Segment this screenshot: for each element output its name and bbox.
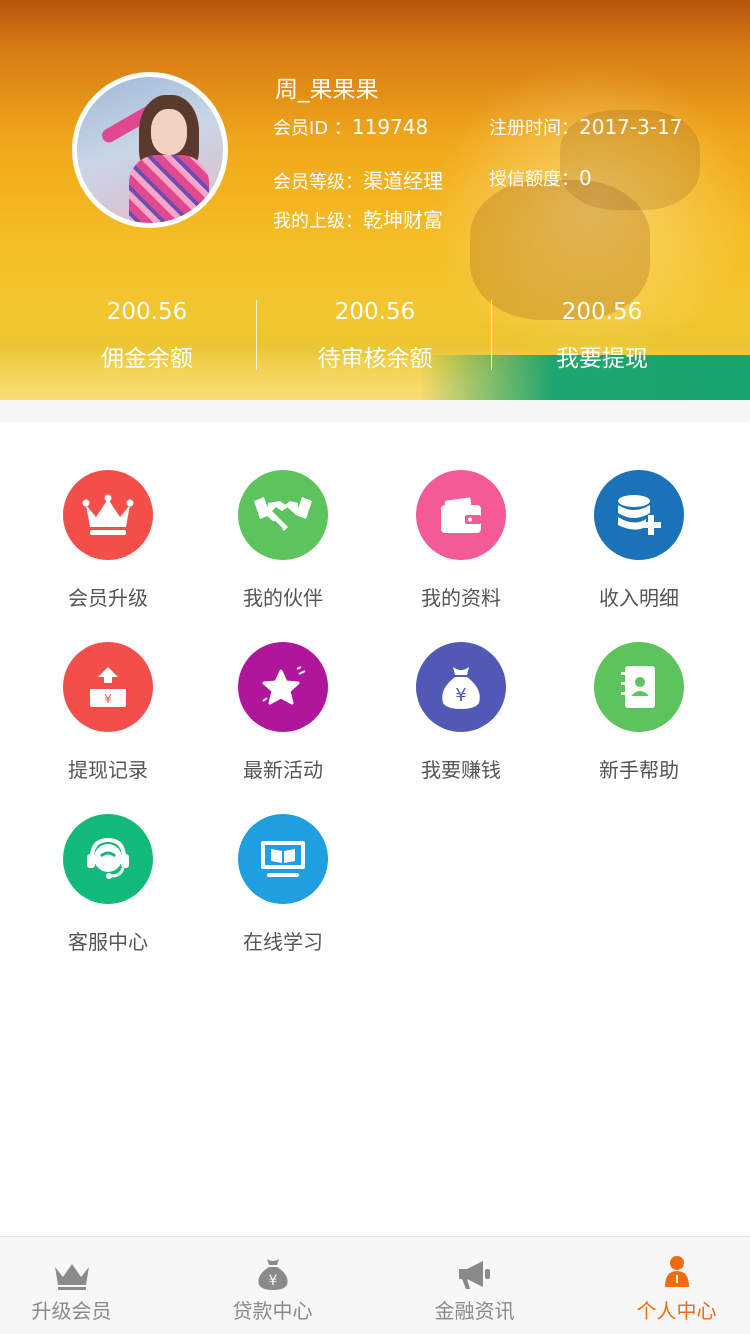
menu-item-online-learning[interactable]: 在线学习 bbox=[193, 814, 373, 955]
crown-icon bbox=[0, 1237, 165, 1295]
menu-item-activities[interactable]: 最新活动 bbox=[193, 642, 373, 783]
stat-label: 我要提现 bbox=[556, 346, 648, 372]
menu-item-label: 我的资料 bbox=[421, 586, 501, 610]
svg-text:¥: ¥ bbox=[104, 692, 112, 706]
menu-item-upgrade[interactable]: 会员升级 bbox=[18, 470, 198, 611]
handshake-icon bbox=[238, 470, 328, 560]
balance-stats: 200.56 佣金余额 200.56 待审核余额 200.56 我要提现 bbox=[0, 295, 750, 375]
svg-text:¥: ¥ bbox=[455, 685, 466, 706]
withdraw-icon: ¥ bbox=[63, 642, 153, 732]
tab-label: 个人中心 bbox=[636, 1299, 717, 1323]
tab-label: 升级会员 bbox=[31, 1299, 112, 1323]
profile-header: 周_果果果 会员ID ：119748 注册时间：2017-3-17 会员等级：渠… bbox=[0, 0, 750, 400]
member-level-value: 渠道经理 bbox=[363, 169, 443, 193]
menu-item-label: 最新活动 bbox=[243, 758, 323, 782]
credit-limit-value: 0 bbox=[579, 166, 592, 190]
avatar-body bbox=[129, 155, 209, 223]
member-id-value: 119748 bbox=[351, 115, 429, 139]
menu-item-label: 我的伙伴 bbox=[243, 586, 323, 610]
menu-item-label: 新手帮助 bbox=[599, 758, 679, 782]
superior: 我的上级：乾坤财富 bbox=[273, 204, 443, 233]
star-icon bbox=[238, 642, 328, 732]
money-bag-icon: ¥ bbox=[416, 642, 506, 732]
menu-item-customer-service[interactable]: 客服中心 bbox=[18, 814, 198, 955]
avatar-face bbox=[151, 109, 187, 155]
tab-personal-center[interactable]: 个人中心 bbox=[583, 1237, 750, 1334]
menu-item-withdraw-records[interactable]: ¥ 提现记录 bbox=[18, 642, 198, 783]
stat-value: 200.56 bbox=[561, 299, 643, 325]
menu-item-label: 会员升级 bbox=[68, 586, 148, 610]
contact-book-icon bbox=[594, 642, 684, 732]
coins-plus-icon bbox=[594, 470, 684, 560]
wallet-icon bbox=[416, 470, 506, 560]
tab-finance-news[interactable]: 金融资讯 bbox=[381, 1237, 568, 1334]
megaphone-icon bbox=[381, 1237, 568, 1295]
person-icon bbox=[583, 1237, 750, 1295]
menu-item-profile[interactable]: 我的资料 bbox=[371, 470, 551, 611]
stat-pending[interactable]: 200.56 待审核余额 bbox=[250, 295, 500, 373]
register-time-label: 注册时间： bbox=[489, 118, 579, 139]
headset-icon bbox=[63, 814, 153, 904]
stat-value: 200.56 bbox=[334, 299, 416, 325]
menu-item-label: 在线学习 bbox=[243, 930, 323, 954]
menu-item-label: 收入明细 bbox=[599, 586, 679, 610]
bottom-tab-bar: 升级会员 ¥ 贷款中心 金融资讯 个人中心 bbox=[0, 1236, 750, 1334]
stat-label: 待审核余额 bbox=[317, 346, 433, 372]
superior-label: 我的上级： bbox=[273, 211, 363, 232]
menu-item-income[interactable]: 收入明细 bbox=[549, 470, 729, 611]
tab-label: 贷款中心 bbox=[232, 1299, 313, 1323]
tab-upgrade-member[interactable]: 升级会员 bbox=[0, 1237, 165, 1334]
menu-item-label: 我要赚钱 bbox=[421, 758, 501, 782]
member-level-label: 会员等级： bbox=[273, 172, 363, 193]
member-level: 会员等级：渠道经理 bbox=[273, 165, 443, 194]
menu-item-partners[interactable]: 我的伙伴 bbox=[193, 470, 373, 611]
member-id: 会员ID ：119748 bbox=[273, 114, 428, 140]
svg-text:¥: ¥ bbox=[268, 1273, 277, 1289]
stat-label: 佣金余额 bbox=[101, 346, 193, 372]
member-id-label: 会员ID ： bbox=[273, 118, 352, 139]
credit-limit-label: 授信额度： bbox=[489, 169, 579, 190]
superior-value: 乾坤财富 bbox=[363, 208, 443, 232]
menu-item-earn[interactable]: ¥ 我要赚钱 bbox=[371, 642, 551, 783]
register-time-value: 2017-3-17 bbox=[579, 115, 683, 139]
user-name: 周_果果果 bbox=[275, 77, 379, 103]
avatar[interactable] bbox=[72, 72, 228, 228]
stat-withdraw[interactable]: 200.56 我要提现 bbox=[477, 295, 727, 373]
stat-value: 200.56 bbox=[106, 299, 188, 325]
stat-commission[interactable]: 200.56 佣金余额 bbox=[22, 295, 272, 373]
credit-limit: 授信额度：0 bbox=[489, 165, 592, 191]
money-bag-icon: ¥ bbox=[179, 1237, 366, 1295]
section-gap bbox=[0, 400, 750, 422]
crown-icon bbox=[63, 470, 153, 560]
monitor-book-icon bbox=[238, 814, 328, 904]
menu-item-help[interactable]: 新手帮助 bbox=[549, 642, 729, 783]
menu-item-label: 客服中心 bbox=[68, 930, 148, 954]
register-time: 注册时间：2017-3-17 bbox=[489, 114, 683, 140]
tab-loan-center[interactable]: ¥ 贷款中心 bbox=[179, 1237, 366, 1334]
tab-label: 金融资讯 bbox=[434, 1299, 515, 1323]
menu-item-label: 提现记录 bbox=[68, 758, 148, 782]
